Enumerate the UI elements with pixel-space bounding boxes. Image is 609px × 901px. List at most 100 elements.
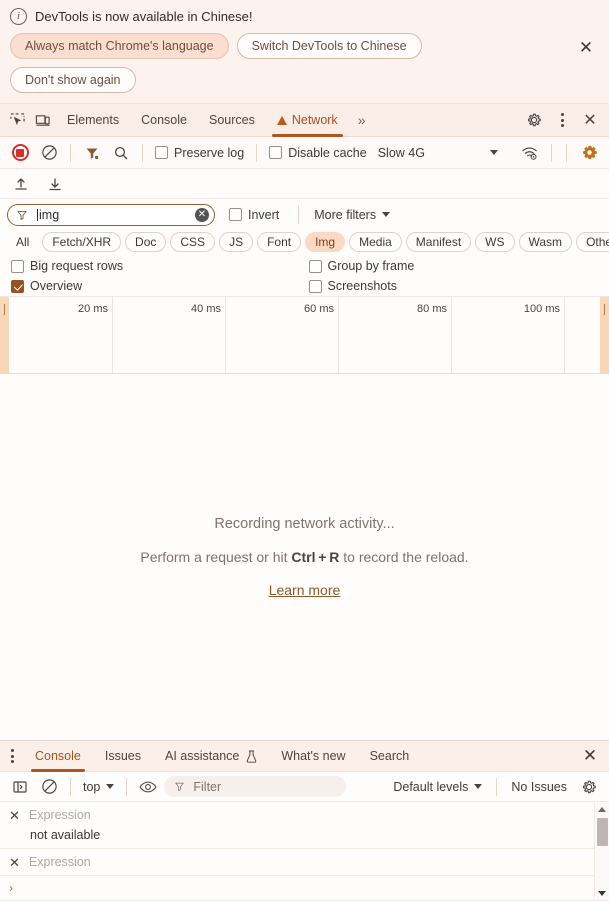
perform-request-message: Perform a request or hit Ctrl + R to rec… [140,549,468,565]
clear-icon[interactable] [36,140,62,166]
log-levels-select[interactable]: Default levels [387,780,488,794]
filter-icon[interactable] [79,140,105,166]
console-filter-input[interactable]: Filter [164,776,346,797]
clear-console-icon[interactable] [36,774,62,800]
divider [126,778,127,796]
live-expressions-panel: ✕ Expression not available ✕ Expression … [0,802,609,900]
live-expression-row[interactable]: ✕ Expression [0,802,609,828]
chip-ws[interactable]: WS [475,232,514,252]
live-expression-row[interactable]: ✕ Expression [0,849,609,875]
language-banner: i DevTools is now available in Chinese! … [0,0,609,104]
console-filter-placeholder: Filter [193,780,221,794]
more-filters-dropdown[interactable]: More filters [314,208,390,222]
tab-ai-assistance[interactable]: AI assistance [153,741,269,772]
close-icon[interactable]: ✕ [577,743,603,769]
more-tools-icon[interactable] [2,749,23,763]
overview-right-handle[interactable] [600,297,609,373]
checkbox-box [309,280,322,293]
tab-label: AI assistance [165,749,239,763]
banner-title-row: i DevTools is now available in Chinese! [10,8,599,25]
scroll-up-icon[interactable] [595,802,609,816]
expression-placeholder: Expression [29,855,91,869]
tab-console[interactable]: Console [23,741,93,772]
console-scrollbar[interactable] [594,802,609,900]
scrollbar-thumb[interactable] [597,818,608,846]
tab-search[interactable]: Search [358,741,422,772]
filter-input[interactable]: img ✕ [7,204,215,226]
overview-left-handle[interactable] [0,297,9,373]
tab-console[interactable]: Console [130,104,198,137]
import-har-icon[interactable] [8,171,34,197]
inspect-element-icon[interactable] [4,107,30,133]
tab-sources[interactable]: Sources [198,104,266,137]
close-icon[interactable]: ✕ [577,107,603,133]
console-sidebar-icon[interactable] [7,774,33,800]
wifi-settings-icon[interactable] [516,140,542,166]
invert-checkbox[interactable]: Invert [225,208,283,222]
checkbox-box [309,260,322,273]
dont-show-again-button[interactable]: Don't show again [10,67,136,93]
delete-expression-icon[interactable]: ✕ [9,856,20,869]
funnel-icon [16,209,28,221]
overview-checkbox[interactable]: Overview [7,279,86,293]
chip-js[interactable]: JS [219,232,253,252]
filter-row: img ✕ Invert More filters [0,199,609,230]
checkbox-box [269,146,282,159]
checkbox-box [229,208,242,221]
disable-cache-checkbox[interactable]: Disable cache [265,146,371,160]
group-by-frame-checkbox[interactable]: Group by frame [305,259,419,273]
tab-network[interactable]: Network [266,104,349,137]
scroll-down-icon[interactable] [595,886,609,900]
tab-elements[interactable]: Elements [56,104,130,137]
options-row-2: Overview Screenshots [0,276,609,296]
big-request-rows-checkbox[interactable]: Big request rows [7,259,127,273]
chip-wasm[interactable]: Wasm [519,232,573,252]
chip-media[interactable]: Media [349,232,402,252]
chip-css[interactable]: CSS [170,232,215,252]
export-har-icon[interactable] [42,171,68,197]
overview-tick-label: 40 ms [191,303,221,315]
chip-other[interactable]: Other [576,232,609,252]
funnel-icon [174,781,185,792]
gear-icon[interactable] [576,140,602,166]
live-expression-icon[interactable] [135,774,161,800]
search-icon[interactable] [108,140,134,166]
network-overview-timeline[interactable]: 20 ms 40 ms 60 ms 80 ms 100 ms [0,296,609,374]
delete-expression-icon[interactable]: ✕ [9,809,20,822]
chip-fetch-xhr[interactable]: Fetch/XHR [42,232,121,252]
main-tabbar: Elements Console Sources Network » ✕ [0,104,609,137]
divider [298,206,299,224]
issues-counter[interactable]: No Issues [505,780,573,794]
close-icon[interactable]: ✕ [575,36,597,58]
execution-context-select[interactable]: top [79,780,118,794]
chip-doc[interactable]: Doc [125,232,166,252]
console-drawer: Console Issues AI assistance What's new … [0,740,609,901]
clear-filter-icon[interactable]: ✕ [195,208,209,222]
divider [496,778,497,796]
preserve-log-checkbox[interactable]: Preserve log [151,146,248,160]
learn-more-link[interactable]: Learn more [269,582,341,598]
checkbox-label: Disable cache [288,146,367,160]
console-prompt[interactable]: › [0,876,609,900]
chip-img[interactable]: Img [305,232,345,252]
chevron-down-icon[interactable] [490,150,498,155]
device-toolbar-icon[interactable] [30,107,56,133]
screenshots-checkbox[interactable]: Screenshots [305,279,401,293]
record-stop-icon[interactable] [7,140,33,166]
more-tabs-icon[interactable]: » [349,112,375,128]
more-options-icon[interactable] [549,107,575,133]
chip-all[interactable]: All [7,233,38,251]
gear-icon[interactable] [521,107,547,133]
always-match-chrome-language-button[interactable]: Always match Chrome's language [10,33,229,59]
tab-whats-new[interactable]: What's new [269,741,357,772]
chip-font[interactable]: Font [257,232,301,252]
tab-label: What's new [281,749,345,763]
checkbox-label: Preserve log [174,146,244,160]
shortcut-key: Ctrl + R [291,549,339,565]
tab-issues[interactable]: Issues [93,741,153,772]
tab-label: Console [35,749,81,763]
gear-icon[interactable] [576,774,602,800]
throttling-select[interactable]: Slow 4G [374,146,425,160]
switch-devtools-to-chinese-button[interactable]: Switch DevTools to Chinese [237,33,422,59]
chip-manifest[interactable]: Manifest [406,232,471,252]
